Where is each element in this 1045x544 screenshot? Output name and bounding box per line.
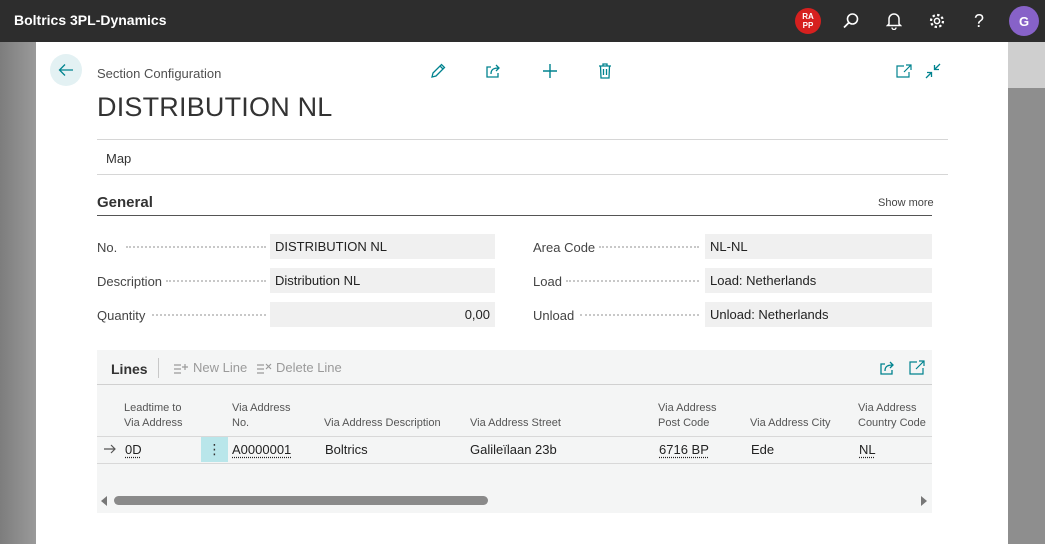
quantity-label: Quantity	[97, 308, 146, 323]
description-field[interactable]: Distribution NL	[270, 268, 495, 293]
delete-line-icon	[257, 363, 272, 374]
col-via-address-post-code[interactable]: Via Address Post Code	[658, 401, 728, 431]
lines-part: Lines New Line Delete Line Leadtime to V…	[97, 350, 932, 513]
no-field[interactable]: DISTRIBUTION NL	[270, 234, 495, 259]
app-title[interactable]: Boltrics 3PL-Dynamics	[14, 12, 167, 28]
general-heading[interactable]: General	[97, 194, 153, 211]
scrollbar-thumb[interactable]	[114, 496, 488, 505]
search-icon[interactable]	[838, 9, 864, 33]
avatar[interactable]: G	[1009, 6, 1039, 36]
col-via-address-country-code[interactable]: Via Address Country Code	[858, 401, 938, 431]
area-code-field[interactable]: NL-NL	[705, 234, 932, 259]
unload-label: Unload	[533, 308, 575, 323]
delete-icon[interactable]	[594, 60, 616, 82]
share-icon[interactable]	[879, 360, 897, 376]
col-via-address-city[interactable]: Via Address City	[750, 416, 850, 431]
help-icon[interactable]: ?	[966, 9, 992, 33]
add-icon[interactable]	[539, 60, 561, 82]
general-underline	[97, 215, 932, 216]
back-button[interactable]	[50, 54, 82, 86]
scroll-left-icon[interactable]	[101, 496, 107, 506]
company-badge[interactable]: RA PP	[795, 8, 821, 34]
lines-title[interactable]: Lines	[111, 361, 148, 377]
page-card: Section Configuration DISTRIBUTION NL Ma…	[36, 42, 1008, 544]
page-title: DISTRIBUTION NL	[97, 92, 333, 122]
col-via-address-no[interactable]: Via Address No.	[232, 401, 302, 431]
col-via-address-street[interactable]: Via Address Street	[470, 416, 620, 431]
col-leadtime[interactable]: Leadtime to Via Address	[124, 401, 194, 431]
load-field[interactable]: Load: Netherlands	[705, 268, 932, 293]
row-menu-icon[interactable]: ⋮	[201, 437, 228, 462]
col-via-address-description[interactable]: Via Address Description	[324, 416, 474, 431]
delete-line-button[interactable]: Delete Line	[256, 360, 342, 375]
no-label: No.	[97, 240, 118, 255]
divider	[97, 174, 948, 175]
quantity-field[interactable]: 0,00	[270, 302, 495, 327]
cell-via-address-no[interactable]: A0000001	[232, 442, 291, 457]
cell-description[interactable]: Boltrics	[325, 442, 368, 457]
cell-leadtime[interactable]: 0D	[125, 442, 142, 457]
edit-icon[interactable]	[427, 60, 449, 82]
cell-post-code[interactable]: 6716 BP	[659, 442, 709, 457]
background-right	[1008, 42, 1045, 544]
page-caption: Section Configuration	[97, 66, 222, 81]
show-more-link[interactable]: Show more	[878, 197, 934, 209]
gear-icon[interactable]	[924, 9, 950, 33]
open-new-window-icon[interactable]	[893, 60, 915, 82]
area-code-label: Area Code	[533, 240, 596, 255]
row-arrow-icon	[103, 442, 117, 456]
cell-country-code[interactable]: NL	[859, 442, 876, 457]
cell-street[interactable]: Galileïlaan 23b	[470, 442, 557, 457]
horizontal-scrollbar[interactable]	[114, 496, 919, 505]
top-bar: Boltrics 3PL-Dynamics RA PP ? G	[0, 0, 1045, 42]
unload-field[interactable]: Unload: Netherlands	[705, 302, 932, 327]
load-label: Load	[533, 274, 562, 289]
bell-icon[interactable]	[881, 9, 907, 33]
map-action[interactable]: Map	[106, 151, 131, 166]
share-icon[interactable]	[482, 60, 504, 82]
background-left	[0, 42, 36, 544]
new-line-icon	[174, 363, 188, 374]
arrow-left-icon	[58, 64, 73, 76]
cell-city[interactable]: Ede	[751, 442, 774, 457]
expand-icon[interactable]	[909, 360, 927, 376]
scroll-right-icon[interactable]	[921, 496, 927, 506]
divider	[97, 139, 948, 140]
description-label: Description	[97, 274, 163, 289]
new-line-button[interactable]: New Line	[173, 360, 247, 375]
collapse-icon[interactable]	[922, 60, 944, 82]
